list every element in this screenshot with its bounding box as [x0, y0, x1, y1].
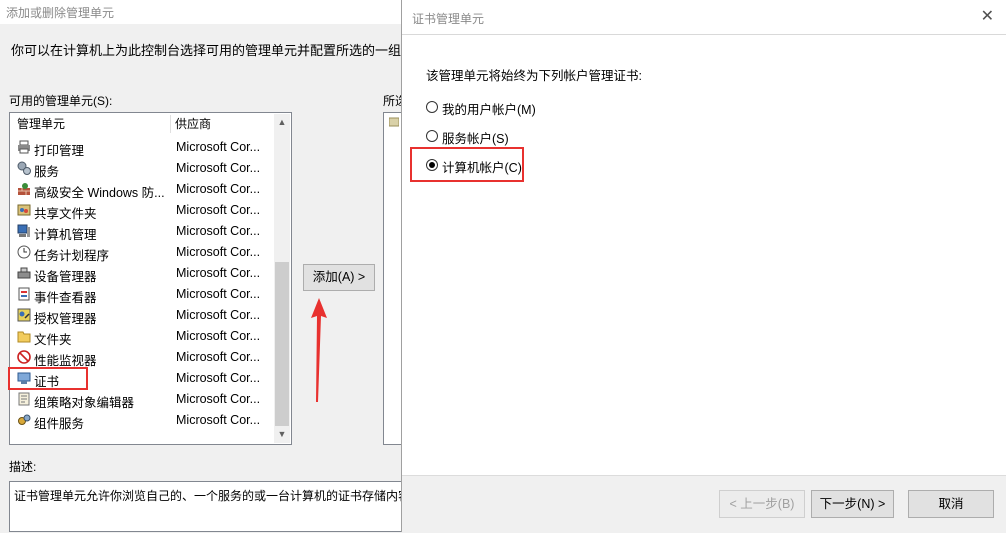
snapin-name: 打印管理 [34, 144, 85, 158]
snapin-vendor: Microsoft Cor... [176, 329, 261, 343]
red-arrow-annotation-icon [311, 298, 327, 402]
column-divider[interactable] [170, 115, 171, 133]
description-label: 描述: [9, 460, 37, 474]
policy-icon [18, 392, 30, 406]
list-item[interactable]: 打印管理 Microsoft Cor... [11, 137, 280, 158]
list-item[interactable]: 共享文件夹 Microsoft Cor... [11, 200, 280, 221]
column-header-vendor[interactable]: 供应商 [175, 113, 211, 135]
snapin-name: 组策略对象编辑器 [34, 396, 135, 410]
snapin-name: 任务计划程序 [34, 249, 110, 263]
event-viewer-icon [18, 287, 30, 301]
computer-management-icon [17, 224, 30, 237]
snapin-name: 事件查看器 [34, 291, 97, 305]
wizard-prompt: 该管理单元将始终为下列帐户管理证书: [426, 69, 642, 83]
snapin-name: 计算机管理 [34, 228, 97, 242]
wizard-footer: < 上一步(B) 下一步(N) > 取消 [402, 475, 1006, 533]
snapin-name: 设备管理器 [34, 270, 97, 284]
list-item[interactable]: 高级安全 Windows 防... Microsoft Cor... [11, 179, 280, 200]
next-button[interactable]: 下一步(N) > [811, 490, 894, 518]
snapin-vendor: Microsoft Cor... [176, 161, 261, 175]
list-item[interactable]: 性能监视器 Microsoft Cor... [11, 347, 280, 368]
list-item[interactable]: 组件服务 Microsoft Cor... [11, 410, 280, 431]
snapin-name: 服务 [34, 165, 60, 179]
description-box: 证书管理单元允许你浏览自己的、一个服务的或一台计算机的证书存储内容 [9, 481, 410, 532]
add-button[interactable]: 添加(A) > [303, 264, 375, 291]
radio-button[interactable] [426, 101, 438, 113]
snapin-name: 高级安全 Windows 防... [34, 186, 165, 200]
snapin-vendor: Microsoft Cor... [176, 371, 261, 385]
intro-text: 你可以在计算机上为此控制台选择可用的管理单元并配置所选的一组管理单 [11, 43, 441, 58]
column-header-name[interactable]: 管理单元 [17, 113, 65, 135]
firewall-icon [18, 183, 30, 195]
snapin-vendor: Microsoft Cor... [176, 203, 261, 217]
back-button[interactable]: < 上一步(B) [719, 490, 805, 518]
snapin-name: 授权管理器 [34, 312, 97, 326]
scrollbar-thumb[interactable] [275, 262, 289, 426]
snapin-name: 文件夹 [34, 333, 72, 347]
snapin-vendor: Microsoft Cor... [176, 182, 261, 196]
radio-label[interactable]: 我的用户帐户(M) [442, 99, 536, 118]
list-item[interactable]: 任务计划程序 Microsoft Cor... [11, 242, 280, 263]
folder-icon [17, 331, 31, 343]
component-services-icon [18, 414, 31, 425]
radio-button[interactable] [426, 130, 438, 142]
radio-label[interactable]: 服务帐户(S) [442, 128, 509, 147]
list-item[interactable]: 文件夹 Microsoft Cor... [11, 326, 280, 347]
highlight-computer-account [410, 147, 524, 182]
wizard-titlebar: 证书管理单元 ✕ [402, 0, 1006, 35]
snapin-vendor: Microsoft Cor... [176, 308, 261, 322]
snapin-vendor: Microsoft Cor... [176, 140, 261, 154]
certificate-snapin-dialog: 证书管理单元 ✕ 该管理单元将始终为下列帐户管理证书: 我的用户帐户(M) 服务… [401, 0, 1006, 533]
gears-icon [17, 161, 31, 175]
list-item[interactable]: 计算机管理 Microsoft Cor... [11, 221, 280, 242]
list-item[interactable]: 事件查看器 Microsoft Cor... [11, 284, 280, 305]
list-item[interactable]: 服务 Microsoft Cor... [11, 158, 280, 179]
snapin-vendor: Microsoft Cor... [176, 392, 261, 406]
description-text: 证书管理单元允许你浏览自己的、一个服务的或一台计算机的证书存储内容 [14, 489, 411, 503]
wizard-body: 该管理单元将始终为下列帐户管理证书: 我的用户帐户(M) 服务帐户(S) 计算机… [402, 35, 1006, 475]
available-snapins-label: 可用的管理单元(S): [9, 94, 113, 108]
available-snapins-list[interactable]: 管理单元 供应商 打印管理 Microsoft Cor... 服务 Micros… [9, 112, 292, 445]
authorization-icon [17, 308, 31, 322]
printer-icon [18, 140, 30, 154]
snapin-vendor: Microsoft Cor... [176, 266, 261, 280]
snapin-name: 组件服务 [34, 417, 85, 431]
bg-dialog-title: 添加或删除管理单元 [6, 6, 115, 20]
shared-folder-icon [17, 204, 31, 216]
snapin-vendor: Microsoft Cor... [176, 224, 261, 238]
snapin-vendor: Microsoft Cor... [176, 287, 261, 301]
cancel-button[interactable]: 取消 [908, 490, 994, 518]
snapin-vendor: Microsoft Cor... [176, 413, 261, 427]
scroll-up-arrow-icon[interactable]: ▲ [274, 114, 290, 131]
snapin-vendor: Microsoft Cor... [176, 350, 261, 364]
selected-snapins-list[interactable] [383, 112, 403, 445]
list-item[interactable]: 授权管理器 Microsoft Cor... [11, 305, 280, 326]
list-item[interactable]: 设备管理器 Microsoft Cor... [11, 263, 280, 284]
snapin-vendor: Microsoft Cor... [176, 245, 261, 259]
scroll-down-arrow-icon[interactable]: ▼ [274, 426, 290, 443]
no-entry-icon [17, 350, 31, 364]
close-icon[interactable]: ✕ [981, 6, 994, 26]
highlight-certificate-item [8, 367, 88, 390]
list-item[interactable]: 组策略对象编辑器 Microsoft Cor... [11, 389, 280, 410]
snapin-name: 共享文件夹 [34, 207, 97, 221]
device-manager-icon [17, 267, 31, 279]
clock-icon [17, 245, 31, 259]
wizard-title: 证书管理单元 [412, 12, 485, 26]
list-scrollbar[interactable]: ▲ ▼ [274, 114, 290, 443]
folder-icon [389, 117, 399, 127]
